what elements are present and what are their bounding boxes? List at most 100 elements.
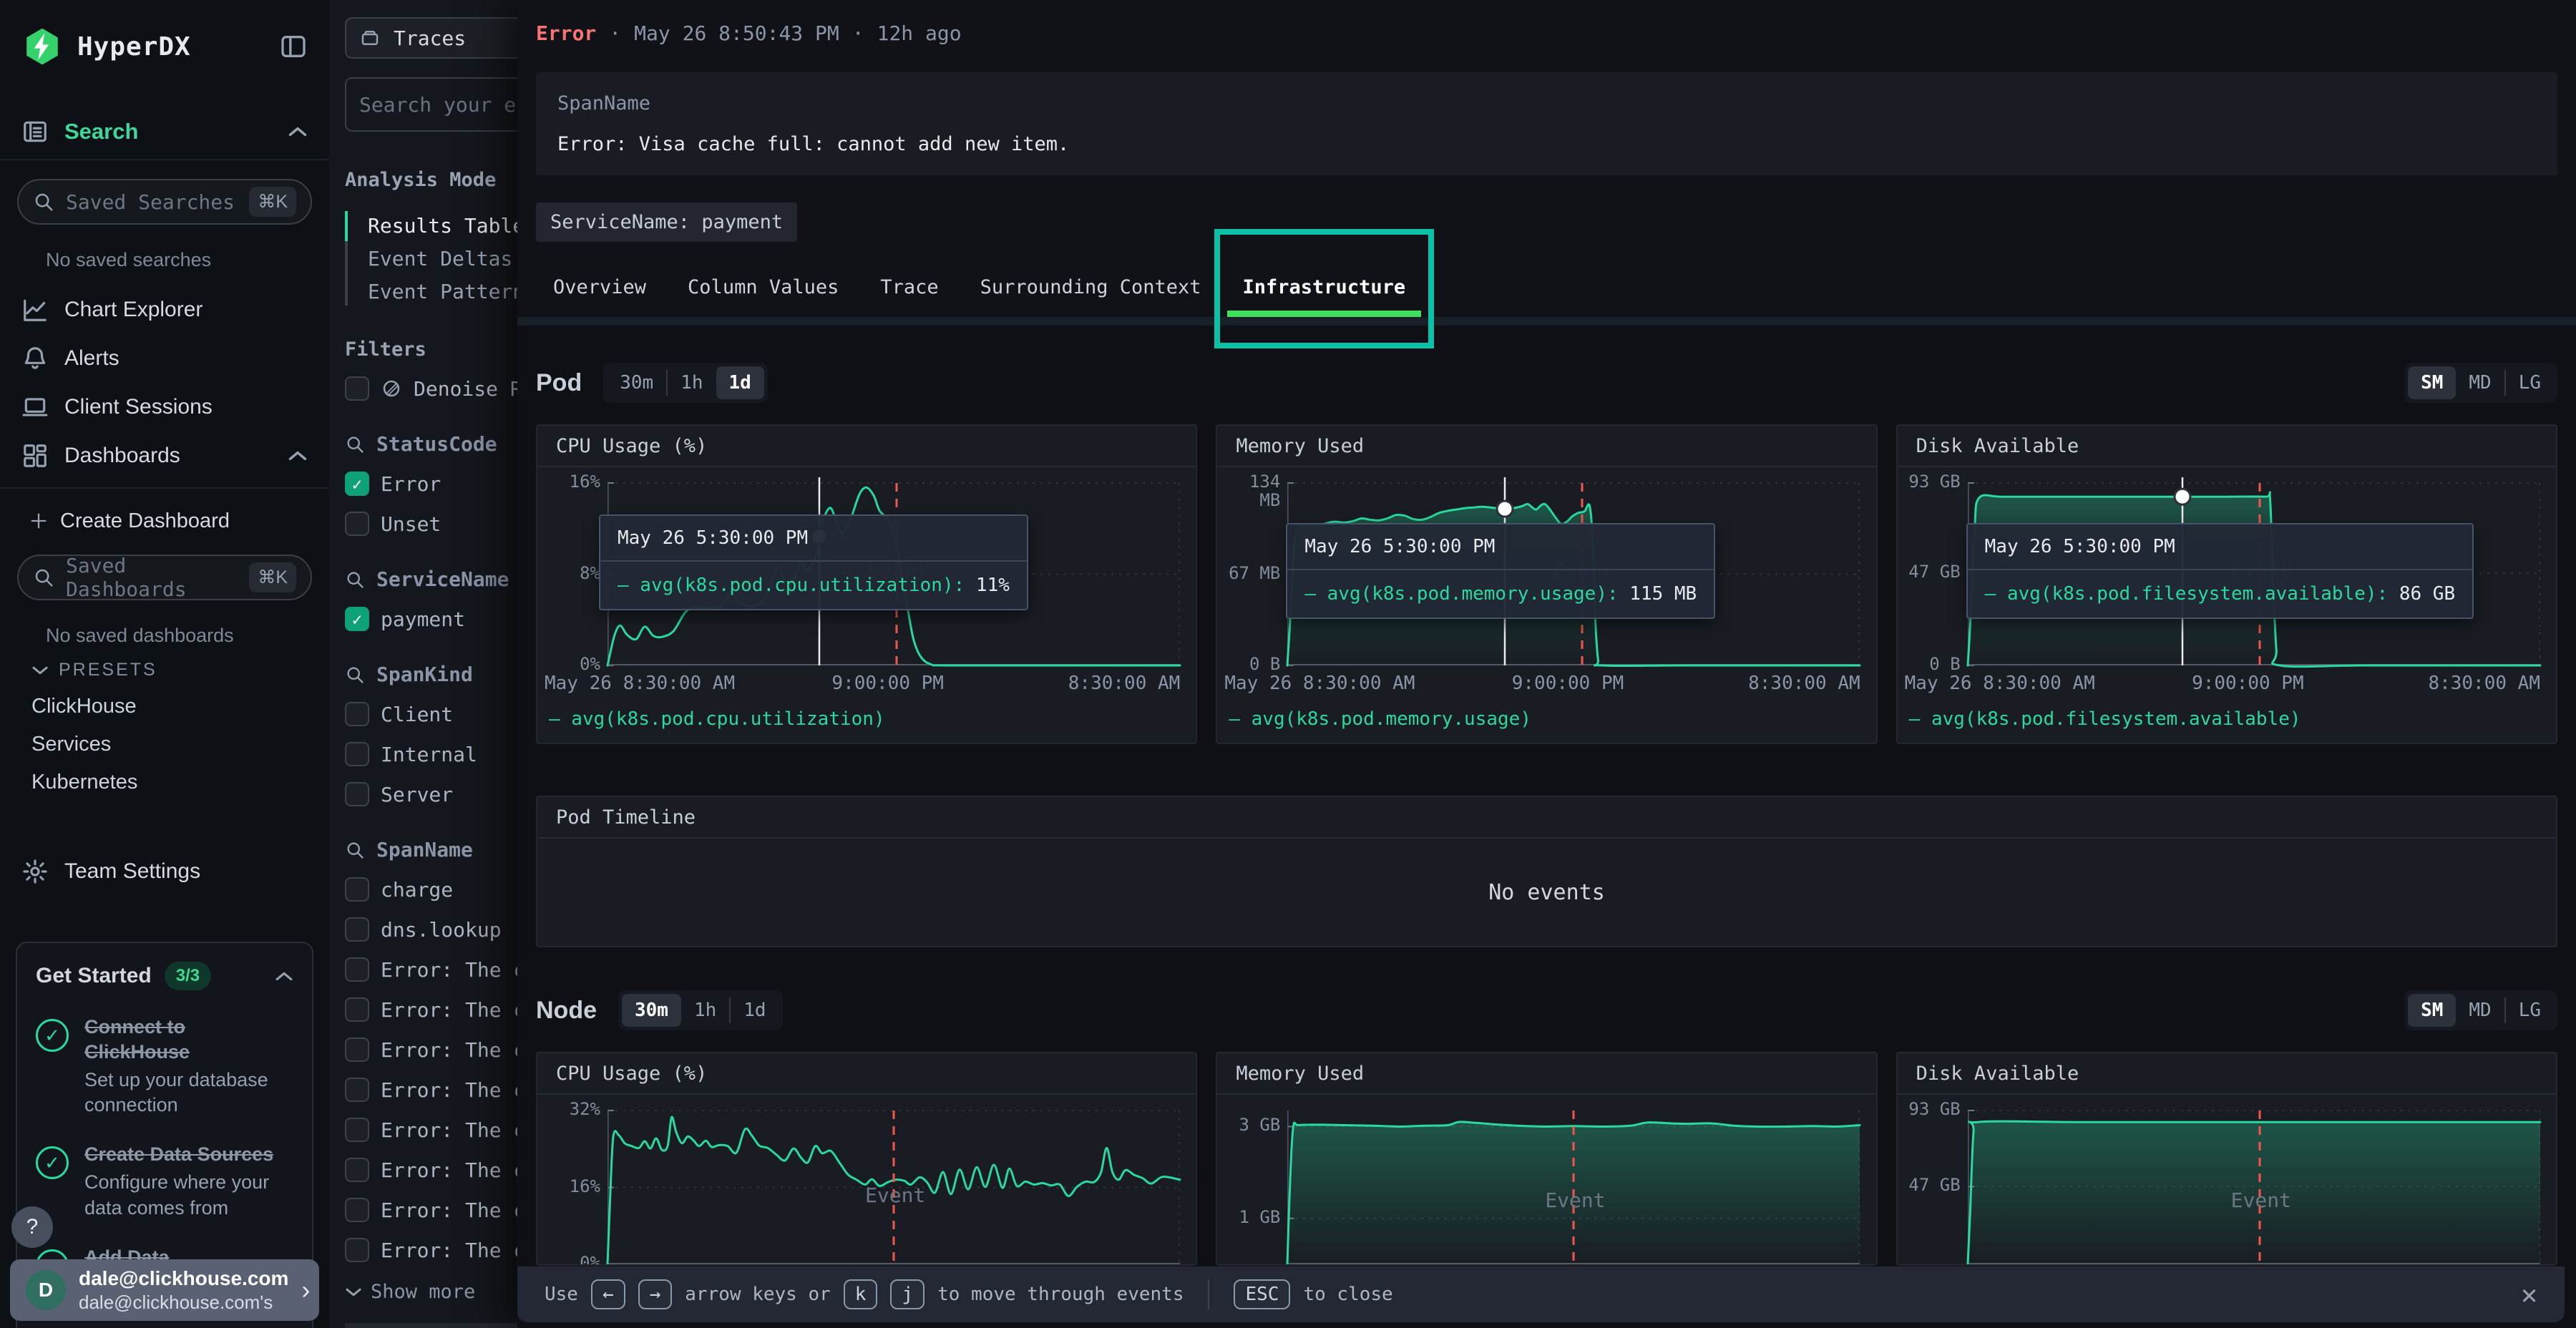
denoise-checkbox-row[interactable]: Denoise Re — [345, 376, 517, 401]
sidebar-item-team-settings[interactable]: Team Settings — [0, 847, 329, 896]
checkbox-unchecked[interactable] — [345, 1238, 369, 1262]
range-1d[interactable]: 1d — [716, 366, 764, 399]
severity-badge: Error — [536, 21, 596, 45]
size-md[interactable]: MD — [2456, 366, 2504, 399]
checkbox-checked[interactable]: ✓ — [345, 607, 369, 631]
range-1d[interactable]: 1d — [731, 994, 779, 1027]
sidebar-item-chart-explorer[interactable]: Chart Explorer — [0, 285, 329, 334]
user-menu[interactable]: D dale@clickhouse.com dale@clickhouse.co… — [10, 1259, 319, 1321]
filter-option[interactable]: dns.lookup — [345, 917, 517, 942]
filter-option[interactable]: Server — [345, 782, 517, 806]
checkbox-unchecked[interactable] — [345, 1078, 369, 1102]
checkbox-unchecked[interactable] — [345, 782, 369, 806]
tab-infrastructure[interactable]: Infrastructure — [1227, 262, 1422, 317]
help-button[interactable]: ? — [11, 1206, 53, 1248]
filter-option[interactable]: Error: The cr — [345, 1198, 517, 1222]
event-marker-label: Event — [865, 1183, 925, 1207]
create-dashboard-label: Create Dashboard — [60, 509, 230, 533]
search-icon[interactable] — [345, 434, 365, 454]
close-icon[interactable]: ✕ — [2521, 1279, 2537, 1310]
sidebar-item-alerts[interactable]: Alerts — [0, 334, 329, 383]
checkbox-unchecked[interactable] — [345, 1118, 369, 1142]
preset-kubernetes[interactable]: Kubernetes — [0, 763, 329, 801]
range-1h[interactable]: 1h — [668, 366, 716, 399]
size-lg[interactable]: LG — [2506, 994, 2554, 1027]
filter-option[interactable]: Error: The cr — [345, 1238, 517, 1262]
chevron-up-icon[interactable] — [288, 450, 308, 462]
checkbox-checked[interactable]: ✓ — [345, 472, 369, 496]
checkbox-unchecked[interactable] — [345, 1158, 369, 1182]
event-search-input[interactable]: Search your e — [345, 77, 517, 132]
size-lg[interactable]: LG — [2506, 366, 2554, 399]
checkbox-unchecked[interactable] — [345, 917, 369, 942]
filter-option[interactable]: Client — [345, 702, 517, 726]
checkbox-unchecked[interactable] — [345, 512, 369, 536]
more-filters-button[interactable]: More fil — [345, 1323, 517, 1328]
presets-header[interactable]: PRESETS — [0, 647, 329, 680]
node-memory-chart[interactable]: Event — [1287, 1110, 1860, 1264]
mode-event-deltas[interactable]: Event Deltas — [349, 243, 517, 275]
sidebar-item-dashboards[interactable]: Dashboards — [0, 431, 329, 480]
sidebar-item-search[interactable]: Search — [0, 112, 329, 152]
tab-surrounding-context[interactable]: Surrounding Context — [965, 262, 1217, 317]
search-icon[interactable] — [345, 665, 365, 685]
size-sm[interactable]: SM — [2408, 994, 2456, 1027]
filter-option[interactable]: Error: The cr — [345, 997, 517, 1022]
filter-option[interactable]: Error: The cr — [345, 1118, 517, 1142]
checkbox-unchecked[interactable] — [345, 997, 369, 1022]
show-more-button[interactable]: Show more — [345, 1281, 517, 1303]
preset-clickhouse[interactable]: ClickHouse — [0, 688, 329, 726]
node-disk-chart[interactable]: Event — [1968, 1110, 2540, 1264]
range-30m[interactable]: 30m — [607, 366, 666, 399]
checkbox-unchecked[interactable] — [345, 742, 369, 766]
event-detail-drawer: Error · May 26 8:50:43 PM · 12h ago Span… — [517, 0, 2576, 1328]
tab-trace[interactable]: Trace — [864, 262, 954, 317]
size-md[interactable]: MD — [2456, 994, 2504, 1027]
get-started-task[interactable]: ✓ Connect to ClickHouse Set up your data… — [36, 1015, 293, 1118]
range-30m[interactable]: 30m — [622, 994, 681, 1027]
checkbox-unchecked[interactable] — [345, 376, 369, 401]
tab-overview[interactable]: Overview — [537, 262, 662, 317]
presets-label: PRESETS — [59, 660, 157, 680]
filter-option[interactable]: ✓payment — [345, 607, 517, 631]
search-icon[interactable] — [345, 840, 365, 860]
create-dashboard-button[interactable]: Create Dashboard — [0, 499, 329, 543]
checkbox-unchecked[interactable] — [345, 1038, 369, 1062]
size-sm[interactable]: SM — [2408, 366, 2456, 399]
node-size-toggle: SM MD LG — [2404, 990, 2557, 1030]
filter-option[interactable]: ✓Error — [345, 472, 517, 496]
search-icon[interactable] — [345, 570, 365, 590]
filter-option[interactable]: Error: The cr — [345, 1078, 517, 1102]
filter-option[interactable]: charge — [345, 877, 517, 902]
preset-services[interactable]: Services — [0, 726, 329, 763]
filter-option[interactable]: Unset — [345, 512, 517, 536]
filter-option[interactable]: Error: The cr — [345, 1158, 517, 1182]
source-selector-button[interactable]: Traces — [345, 17, 517, 59]
filter-option[interactable]: Error: The cr — [345, 1038, 517, 1062]
checkbox-unchecked[interactable] — [345, 957, 369, 982]
service-name-chip[interactable]: ServiceName: payment — [536, 202, 797, 242]
sidebar-item-client-sessions[interactable]: Client Sessions — [0, 383, 329, 431]
plus-icon — [29, 511, 49, 531]
chart-tooltip: May 26 5:30:00 PM — avg(k8s.pod.filesyst… — [1966, 523, 2474, 619]
mode-results-table[interactable]: Results Table — [349, 210, 517, 243]
saved-searches-placeholder: Saved Searches — [66, 190, 238, 214]
filter-option[interactable]: Error: The cr — [345, 957, 517, 982]
filter-option[interactable]: Internal — [345, 742, 517, 766]
checkbox-unchecked[interactable] — [345, 702, 369, 726]
range-1h[interactable]: 1h — [681, 994, 729, 1027]
saved-searches-input[interactable]: Saved Searches ⌘K — [17, 179, 312, 225]
checkbox-unchecked[interactable] — [345, 1198, 369, 1222]
y-tick-label: 0 B — [1226, 655, 1280, 673]
saved-dashboards-input[interactable]: Saved Dashboards ⌘K — [17, 555, 312, 600]
node-cpu-chart[interactable]: Event — [608, 1110, 1180, 1264]
checkbox-unchecked[interactable] — [345, 877, 369, 902]
chevron-up-icon[interactable] — [288, 126, 308, 137]
sidebar-collapse-icon[interactable] — [279, 32, 308, 61]
x-axis-labels: May 26 8:30:00 AM 9:00:00 PM 8:30:00 AM — [1905, 673, 2540, 697]
team-settings-label: Team Settings — [64, 859, 200, 884]
mode-event-patterns[interactable]: Event Patterns — [349, 275, 517, 308]
get-started-task[interactable]: ✓ Create Data Sources Configure where yo… — [36, 1142, 293, 1220]
chevron-up-icon[interactable] — [275, 971, 293, 982]
tab-column-values[interactable]: Column Values — [672, 262, 854, 317]
